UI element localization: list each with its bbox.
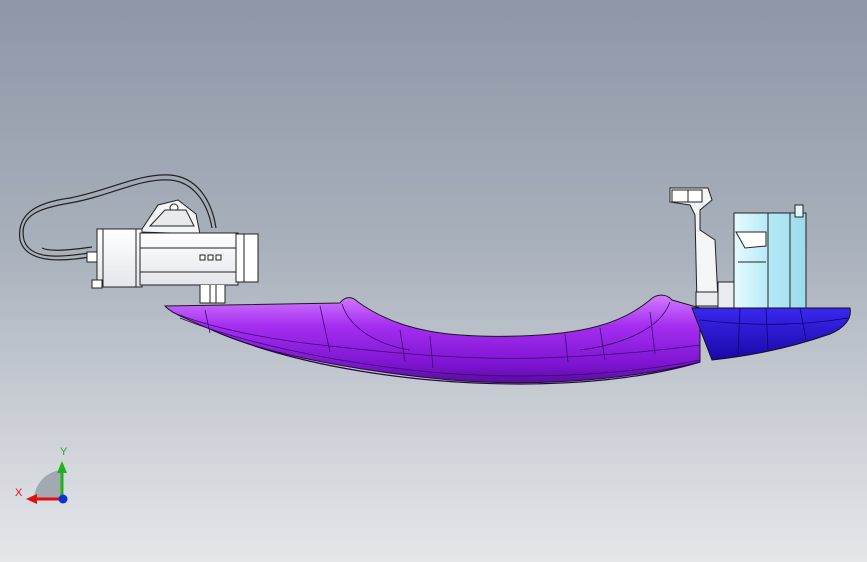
handle-end-cap xyxy=(691,307,851,361)
triad-plane-icon xyxy=(33,470,62,500)
door-handle-body xyxy=(163,294,701,385)
z-axis-dot xyxy=(58,494,68,504)
x-axis-arrowhead xyxy=(26,494,37,504)
latch-housing xyxy=(669,187,807,309)
model-canvas: Y X xyxy=(15,174,851,504)
electrical-connector xyxy=(86,228,259,304)
y-axis-label: Y xyxy=(60,446,68,458)
x-axis-label: X xyxy=(15,487,23,499)
coordinate-triad: Y X xyxy=(15,446,68,504)
cad-viewport[interactable]: Y X xyxy=(0,0,867,562)
mount-bracket xyxy=(139,199,201,235)
y-axis-arrowhead xyxy=(57,461,67,473)
